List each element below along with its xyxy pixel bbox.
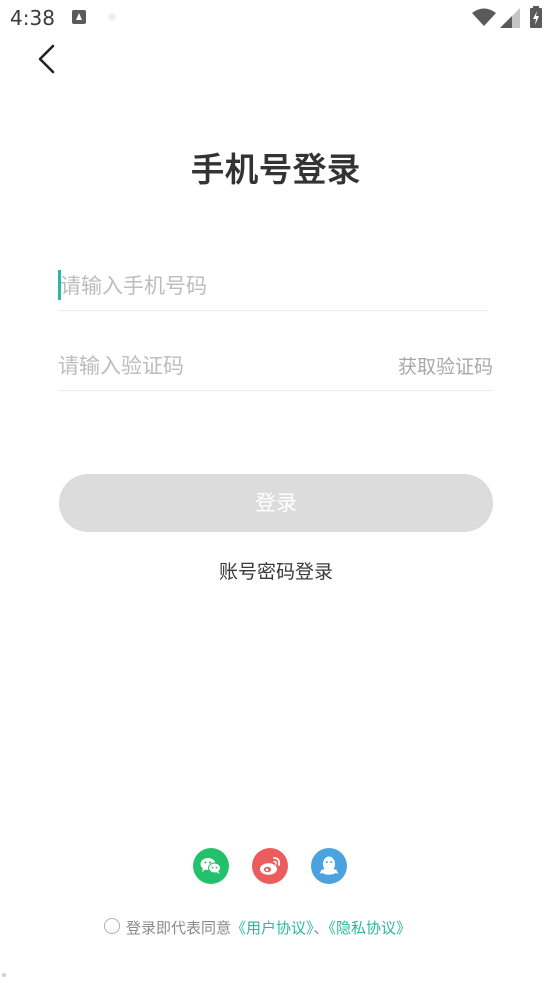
user-agreement-link[interactable]: 《用户协议》	[231, 919, 314, 937]
weibo-login-button[interactable]	[252, 848, 288, 884]
weibo-icon	[260, 857, 281, 875]
page-title: 手机号登录	[191, 150, 361, 189]
verification-code-input[interactable]	[58, 346, 358, 386]
back-button[interactable]	[28, 40, 68, 80]
battery-icon	[530, 6, 542, 28]
agreement-checkbox[interactable]	[104, 917, 120, 934]
qq-icon	[319, 856, 339, 875]
corner-dot	[2, 973, 6, 977]
code-field: 获取验证码	[58, 338, 493, 391]
wechat-login-button[interactable]	[193, 848, 229, 884]
agreement-row: 登录即代表同意《用户协议》、《隐私协议》	[104, 917, 411, 941]
phone-input[interactable]	[60, 266, 360, 306]
signal-icon	[500, 8, 520, 28]
privacy-agreement-link[interactable]: 《隐私协议》	[329, 919, 412, 937]
get-code-button[interactable]: 获取验证码	[398, 352, 493, 379]
wifi-icon	[472, 8, 496, 26]
status-dot-icon	[108, 13, 116, 21]
status-bar: 4:38	[0, 0, 552, 38]
account-password-login-link[interactable]: 账号密码登录	[0, 557, 552, 584]
login-button[interactable]: 登录	[59, 474, 493, 532]
notification-icon	[72, 10, 86, 24]
qq-login-button[interactable]	[311, 848, 347, 884]
agreement-separator: 、	[313, 919, 329, 937]
status-time: 4:38	[10, 6, 55, 30]
wechat-icon	[200, 858, 221, 874]
chevron-left-icon	[38, 44, 55, 74]
phone-field	[58, 258, 488, 311]
agreement-prefix: 登录即代表同意	[126, 919, 232, 937]
text-caret	[58, 270, 61, 300]
